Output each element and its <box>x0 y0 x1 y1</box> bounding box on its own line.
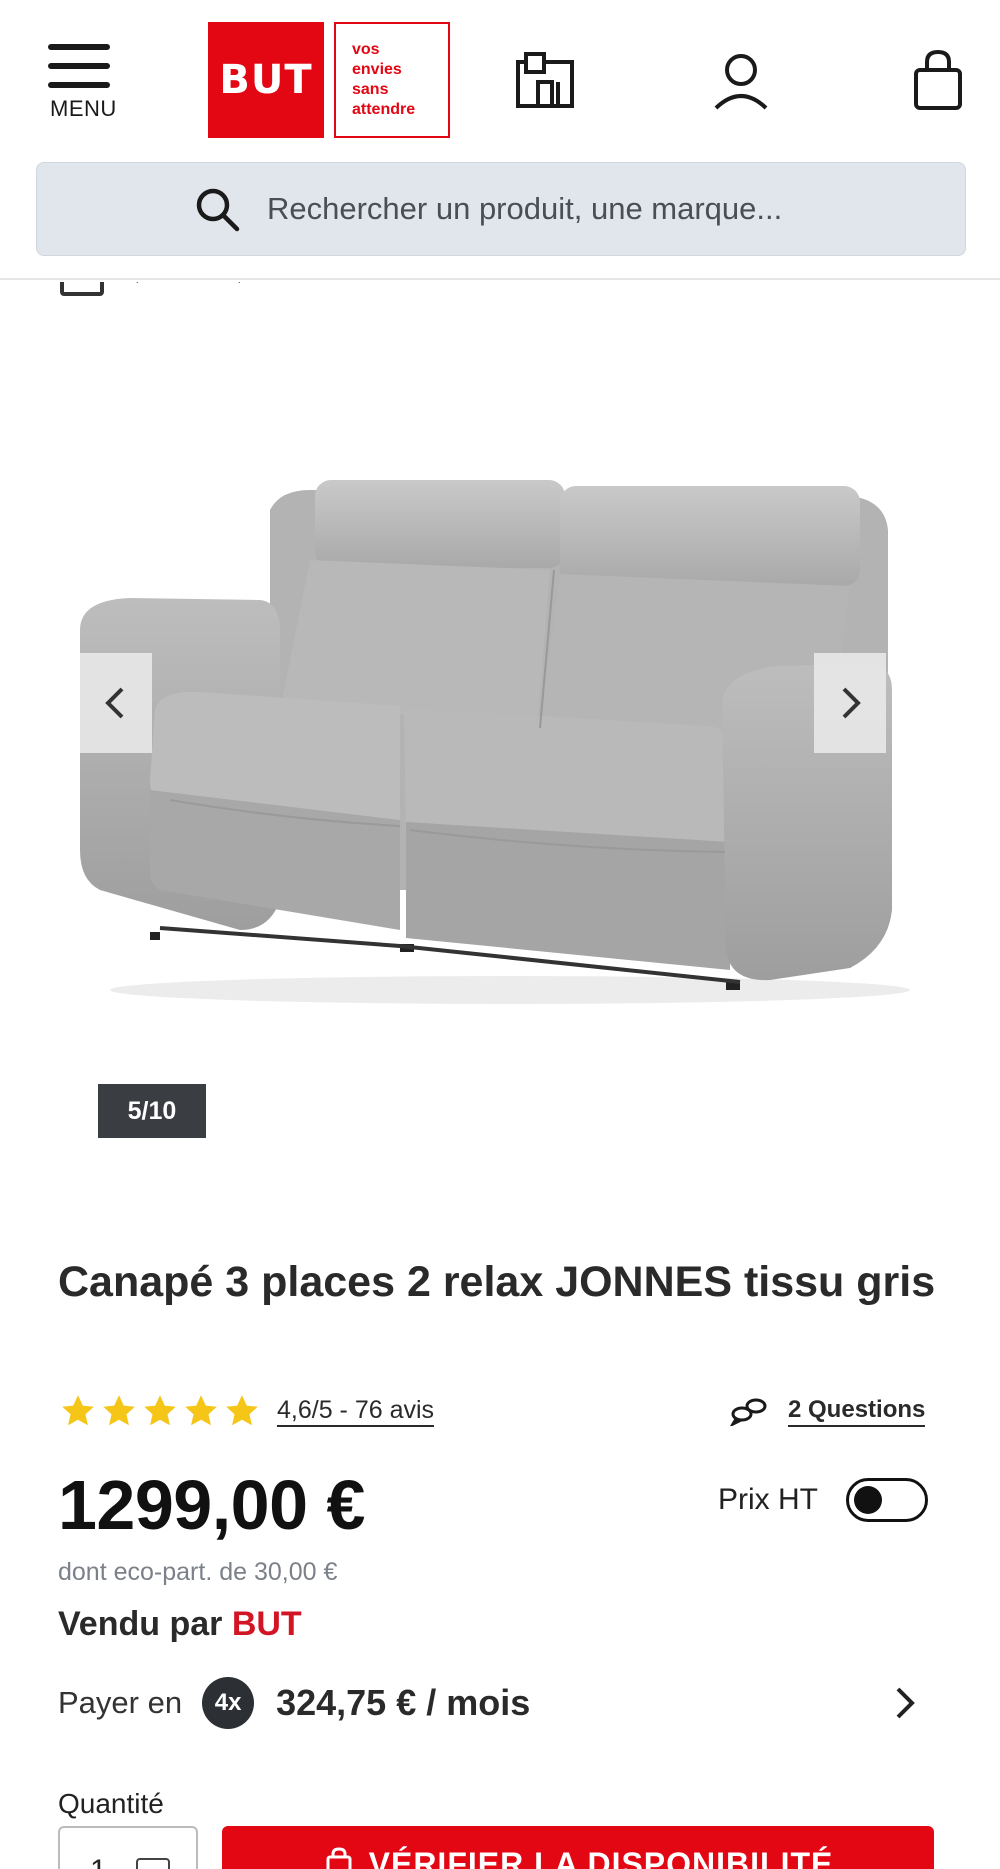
gallery-next-button[interactable] <box>814 653 886 753</box>
check-availability-button[interactable]: VÉRIFIER LA DISPONIBILITÉ <box>222 1826 934 1869</box>
questions-label: 2 Questions <box>788 1395 926 1427</box>
rating-stars <box>60 1393 265 1429</box>
bag-icon <box>326 1847 352 1869</box>
product-image <box>80 480 910 1004</box>
quantity-value: 1 <box>90 1854 107 1869</box>
prix-ht-label: Prix HT <box>718 1483 818 1516</box>
quantity-label: Quantité <box>58 1788 164 1819</box>
sold-by: Vendu par BUT <box>58 1605 302 1644</box>
menu-label: MENU <box>50 96 117 121</box>
site-header: MENU BUT vos envies sans attendre Recher… <box>0 0 1000 280</box>
star-icon <box>62 1395 94 1426</box>
scrolled-content-edge <box>0 282 1000 302</box>
checkbox-icon <box>60 282 104 296</box>
star-icon <box>226 1395 258 1426</box>
menu-button[interactable]: MENU <box>40 40 130 125</box>
logo-wordmark: BUT <box>208 22 324 138</box>
logo-tagline: vos envies sans attendre <box>334 22 450 138</box>
chevron-right-icon <box>842 687 861 719</box>
chevron-right-icon <box>896 1687 915 1719</box>
sold-by-prefix: Vendu par <box>58 1605 223 1643</box>
installment-prefix: Payer en <box>58 1685 183 1720</box>
installment-row[interactable]: Payer en 4x 324,75 € / mois <box>58 1675 918 1731</box>
product-title: Canapé 3 places 2 relax JONNES tissu gri… <box>58 1258 936 1306</box>
star-icon <box>103 1395 135 1426</box>
quantity-stepper[interactable]: 1 <box>58 1826 198 1869</box>
seller-name: BUT <box>231 1605 302 1643</box>
star-icon <box>185 1395 217 1426</box>
search-placeholder: Rechercher un produit, une marque... <box>267 191 783 226</box>
cta-label: VÉRIFIER LA DISPONIBILITÉ <box>368 1846 834 1869</box>
quantity-dropdown-icon <box>136 1858 170 1869</box>
prix-ht-toggle-row: Prix HT <box>718 1478 928 1522</box>
store-icon[interactable] <box>512 48 578 114</box>
installment-amount: 324,75 € / mois <box>276 1682 531 1723</box>
chat-bubbles-icon <box>730 1398 767 1426</box>
account-icon[interactable] <box>708 48 774 114</box>
installment-badge: 4x <box>202 1677 255 1729</box>
cart-icon[interactable] <box>906 48 972 114</box>
rating-text: 4,6/5 - 76 avis <box>277 1395 435 1427</box>
search-input[interactable]: Rechercher un produit, une marque... <box>36 162 966 256</box>
star-icon <box>144 1395 176 1426</box>
chevron-left-icon <box>105 687 124 719</box>
search-icon <box>196 188 240 232</box>
gallery-counter: 5/10 <box>98 1084 206 1138</box>
product-price: 1299,00 € <box>58 1466 365 1544</box>
product-gallery[interactable]: 5/10 <box>0 300 1000 1160</box>
questions-link[interactable]: 2 Questions <box>730 1390 926 1432</box>
prix-ht-toggle[interactable] <box>846 1478 928 1522</box>
partial-text <box>136 282 241 283</box>
rating-link[interactable]: 4,6/5 - 76 avis <box>60 1390 435 1432</box>
toggle-knob <box>854 1486 882 1514</box>
hamburger-icon <box>48 44 110 88</box>
brand-logo[interactable]: BUT vos envies sans attendre <box>208 22 452 138</box>
eco-participation: dont eco-part. de 30,00 € <box>58 1558 338 1586</box>
gallery-prev-button[interactable] <box>80 653 152 753</box>
